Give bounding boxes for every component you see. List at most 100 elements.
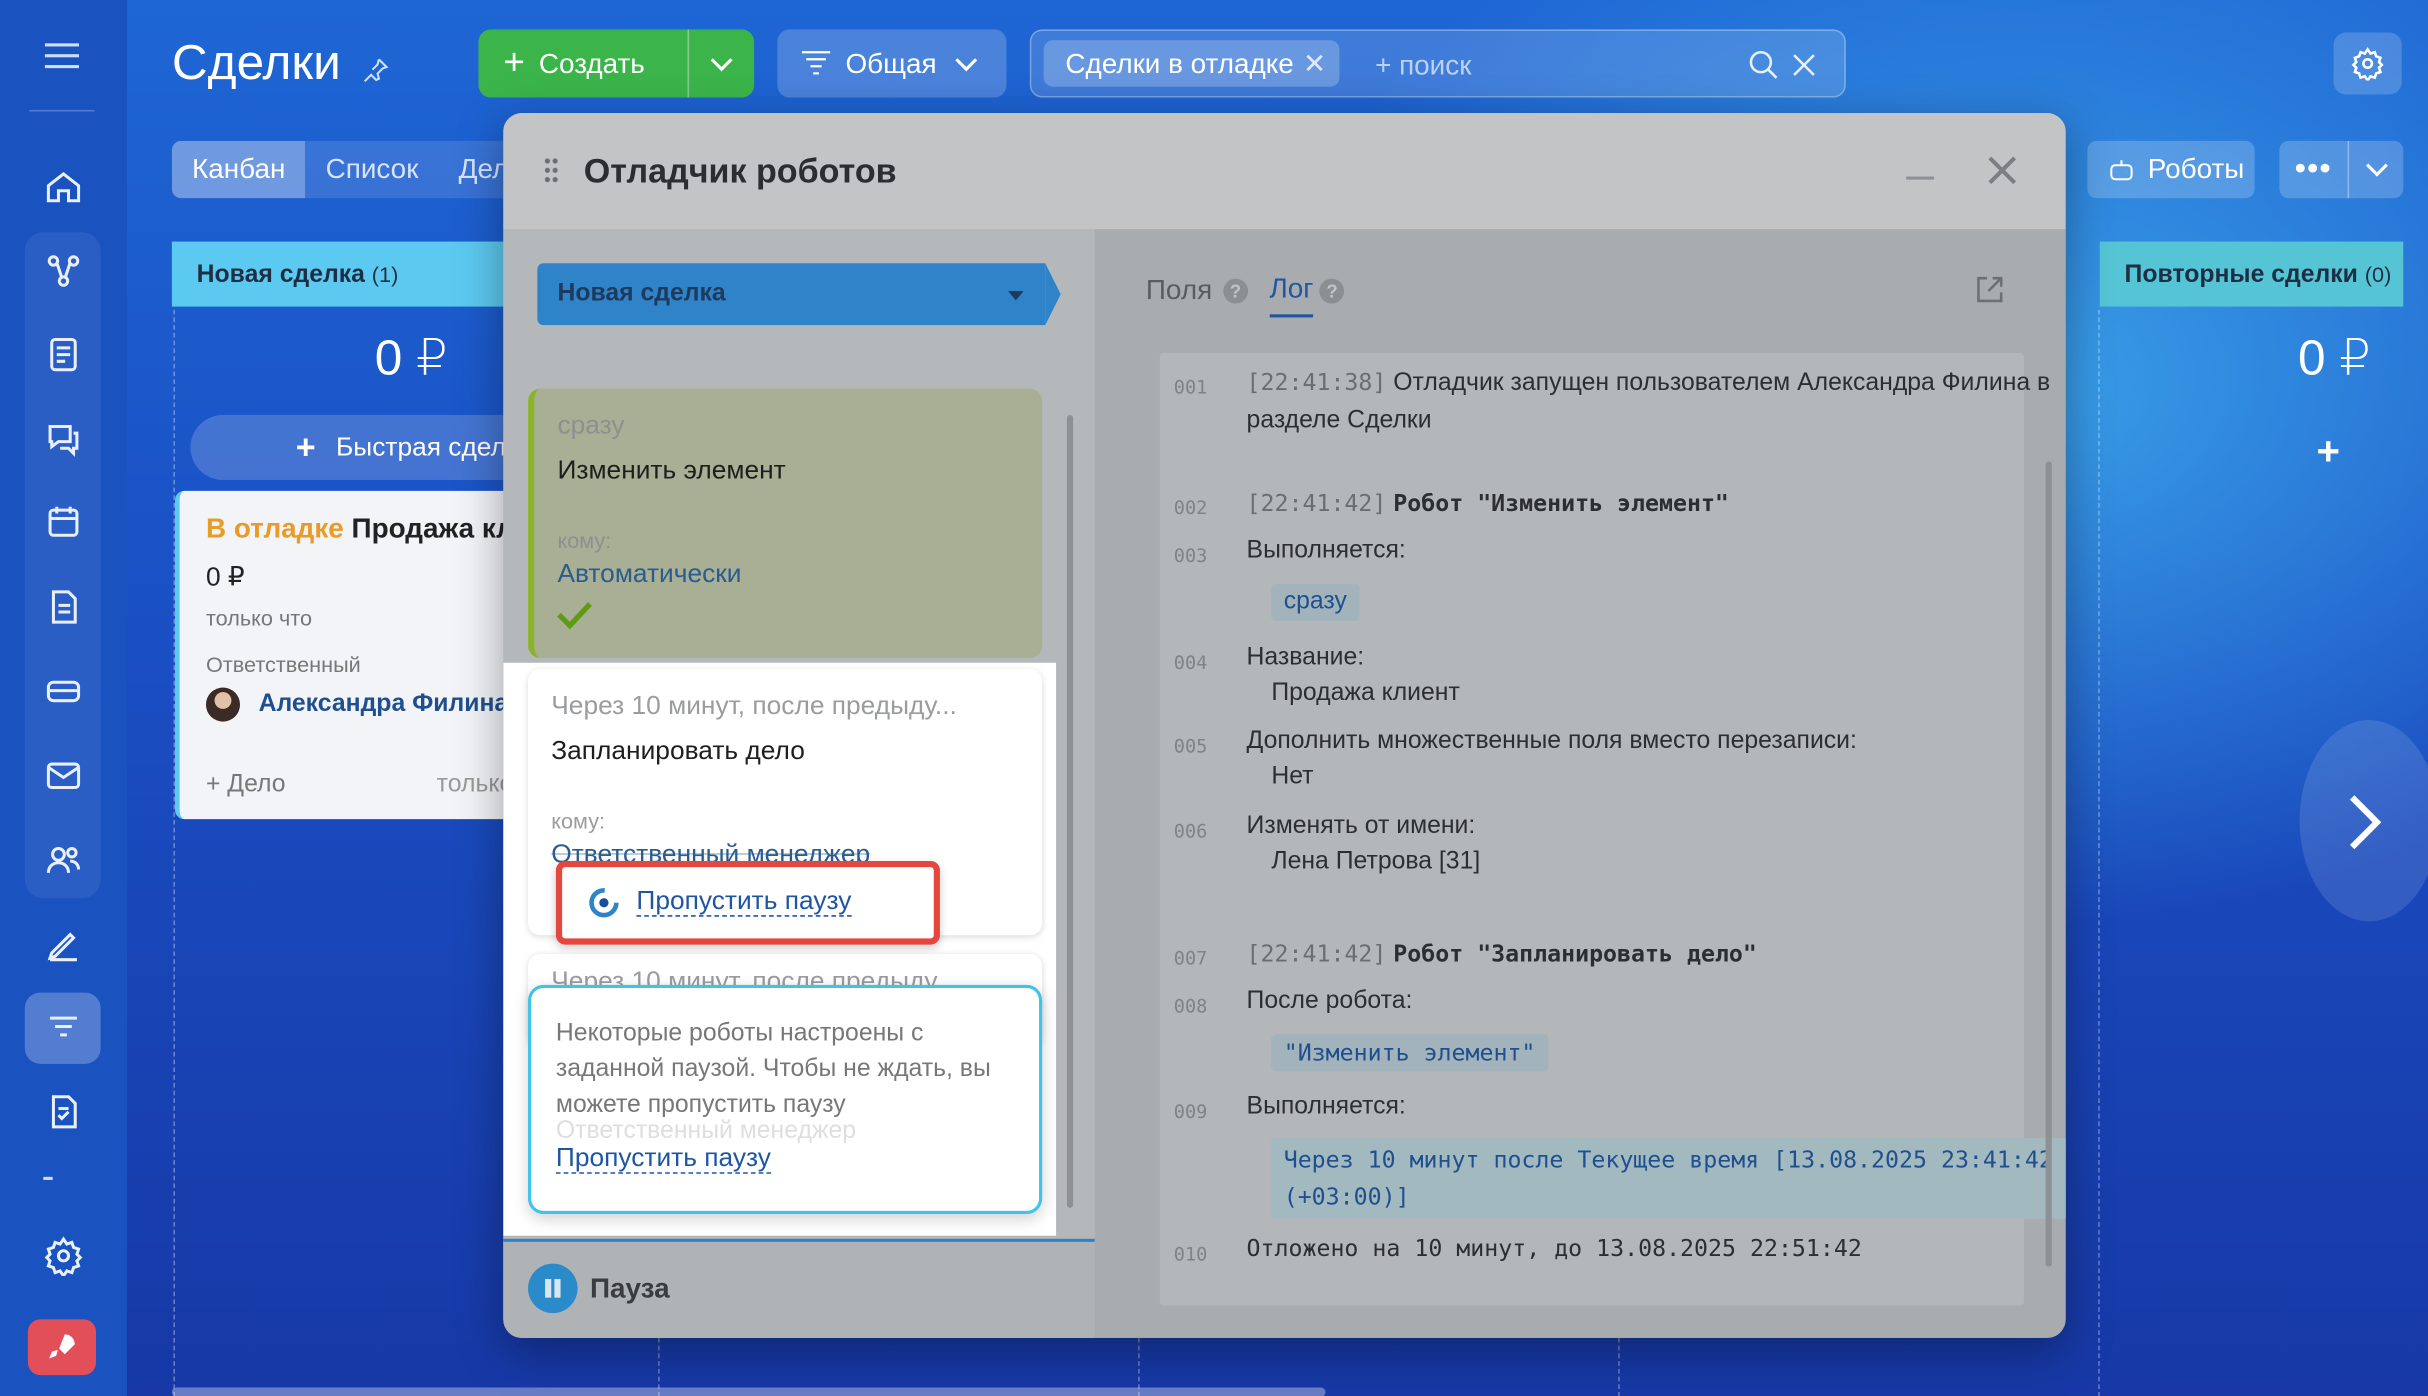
more-dropdown[interactable] — [2347, 140, 2404, 199]
view-switcher: Канбан Список Дела — [171, 140, 545, 199]
create-button[interactable]: + Создать — [478, 29, 755, 98]
robot-assignee[interactable]: Автоматически — [557, 559, 741, 590]
drag-handle-icon[interactable] — [543, 156, 560, 185]
document-icon[interactable] — [25, 571, 101, 642]
clear-search-icon[interactable] — [1787, 48, 1821, 82]
line-number: 008 — [1173, 995, 1208, 1018]
tab-fields[interactable]: Поля? — [1146, 273, 1248, 318]
stage-selector[interactable]: Новая сделка — [537, 263, 1061, 326]
robot-name: Запланировать дело — [551, 735, 805, 765]
log-line: [22:41:42] Робот "Запланировать дело" — [1247, 935, 2066, 974]
home-icon[interactable] — [25, 152, 101, 223]
column-sum: 0 ₽ — [374, 329, 448, 386]
sign-icon[interactable] — [25, 909, 101, 980]
robot-card-change-element[interactable]: сразу Изменить элемент кому: Автоматичес… — [528, 388, 1043, 659]
robot-card-schedule-activity[interactable]: Через 10 минут, после предыду... Заплани… — [528, 668, 1043, 945]
log-label: Название: — [1246, 644, 1365, 671]
line-number: 009 — [1173, 1100, 1208, 1123]
avatar — [205, 687, 241, 722]
workflow-icon[interactable] — [25, 235, 101, 306]
log-area: 001 [22:41:38] Отладчик запущен пользова… — [1159, 353, 2066, 1306]
skip-pause-tooltip: Некоторые роботы настроены с заданной па… — [528, 984, 1043, 1215]
search-filter-bar[interactable]: Сделки в отладке ✕ + поиск — [1029, 29, 1846, 98]
help-icon[interactable]: ? — [1223, 277, 1248, 303]
responsible-label: Ответственный — [205, 651, 361, 677]
line-number: 002 — [1173, 497, 1208, 519]
pause-bar: Пауза — [503, 1238, 1095, 1338]
tooltip-ghost-text: Ответственный менеджер — [555, 1118, 857, 1145]
log-time: [22:41:42] — [1246, 939, 1387, 968]
robot-name: Изменить элемент — [557, 455, 786, 485]
skip-pause-link[interactable]: Пропустить паузу — [636, 886, 852, 917]
mail-icon[interactable] — [25, 740, 101, 811]
minimize-icon[interactable] — [1906, 176, 1935, 180]
open-external-icon[interactable] — [1973, 273, 2007, 307]
log-value-pill: Через 10 минут после Текущее время [13.0… — [1271, 1138, 2066, 1219]
help-icon[interactable]: ? — [1319, 277, 1345, 303]
category-label: Общая — [845, 47, 937, 79]
remove-chip-icon[interactable]: ✕ — [1303, 40, 1326, 86]
sidebar-dash — [43, 1176, 53, 1180]
pause-icon[interactable] — [528, 1263, 578, 1314]
gear-icon — [2351, 46, 2384, 81]
check-icon — [556, 599, 593, 630]
contacts-icon[interactable] — [25, 824, 101, 895]
add-activity-link[interactable]: + Дело — [206, 771, 286, 799]
line-number: 005 — [1173, 735, 1208, 758]
horizontal-scrollbar[interactable] — [171, 1387, 1326, 1396]
inbox-icon[interactable] — [25, 655, 101, 726]
line-number: 007 — [1173, 947, 1208, 970]
robots-button[interactable]: Роботы — [2087, 140, 2255, 199]
filter-chip[interactable]: Сделки в отладке ✕ — [1043, 40, 1341, 87]
log-value: Лена Петрова [31] — [1271, 848, 1481, 875]
robots-scrollbar[interactable] — [1066, 414, 1074, 1208]
column-divider — [2098, 309, 2100, 1396]
category-filter-button[interactable]: Общая — [777, 29, 1007, 98]
pause-label: Пауза — [589, 1272, 670, 1304]
add-deal-plus-icon[interactable]: + — [2317, 427, 2341, 475]
responsible-user-link[interactable]: Александра Филина — [259, 691, 509, 719]
log-label: Выполняется: — [1246, 537, 1406, 564]
line-number: 010 — [1173, 1243, 1208, 1266]
details-panel: Поля? Лог ? 001 [22:41:38] Отладчик запу… — [1094, 229, 2066, 1338]
line-number: 006 — [1173, 820, 1208, 843]
chat-icon[interactable] — [25, 403, 101, 474]
create-dropdown[interactable] — [687, 29, 755, 98]
details-tabs: Поля? Лог ? — [1146, 273, 1345, 318]
log-line: [22:41:42] Робот "Изменить элемент" — [1247, 485, 2066, 524]
scroll-right-button[interactable] — [2299, 720, 2428, 922]
robots-label: Роботы — [2147, 153, 2245, 185]
rocket-icon[interactable] — [27, 1319, 97, 1376]
highlighted-robots-area: Через 10 минут, после предыду... Заплани… — [503, 662, 1057, 1236]
view-kanban[interactable]: Канбан — [171, 140, 306, 199]
chevron-down-icon — [710, 48, 733, 71]
close-icon[interactable] — [1984, 152, 2021, 189]
tab-log-help: ? — [1319, 273, 1345, 318]
deal-card[interactable]: В отладке Продажа клиент 0 ₽ только что … — [174, 490, 577, 820]
tab-log[interactable]: Лог — [1269, 273, 1314, 318]
search-input[interactable]: + поиск — [1375, 50, 1471, 83]
column-name: Повторные сделки — [2124, 261, 2358, 289]
log-time: [22:41:38] — [1246, 368, 1387, 397]
log-scrollbar[interactable] — [2045, 461, 2052, 1267]
column-header-repeat-deals[interactable]: Повторные сделки (0) — [2099, 241, 2404, 307]
log-value-pill: "Изменить элемент" — [1271, 1034, 1548, 1072]
hamburger-menu-icon[interactable] — [44, 43, 79, 69]
log-value: Продажа клиент — [1271, 679, 1460, 707]
log-value: Нет — [1271, 763, 1314, 790]
tooltip-skip-pause-link[interactable]: Пропустить паузу — [555, 1143, 771, 1174]
pin-icon[interactable] — [361, 54, 392, 85]
settings-icon[interactable] — [25, 1220, 101, 1291]
crm-icon[interactable] — [24, 992, 101, 1064]
page-settings-button[interactable] — [2333, 32, 2402, 95]
robot-icon — [2110, 159, 2133, 180]
search-icon[interactable] — [1747, 48, 1781, 82]
view-list[interactable]: Список — [306, 141, 439, 198]
forms-icon[interactable] — [25, 1076, 101, 1147]
sidebar-divider — [29, 109, 95, 112]
column-name: Новая сделка — [196, 261, 365, 289]
debug-status: В отладке — [205, 512, 344, 544]
calendar-icon[interactable] — [25, 486, 101, 557]
tasks-icon[interactable] — [25, 319, 101, 390]
more-actions-button[interactable]: ••• — [2279, 140, 2404, 199]
